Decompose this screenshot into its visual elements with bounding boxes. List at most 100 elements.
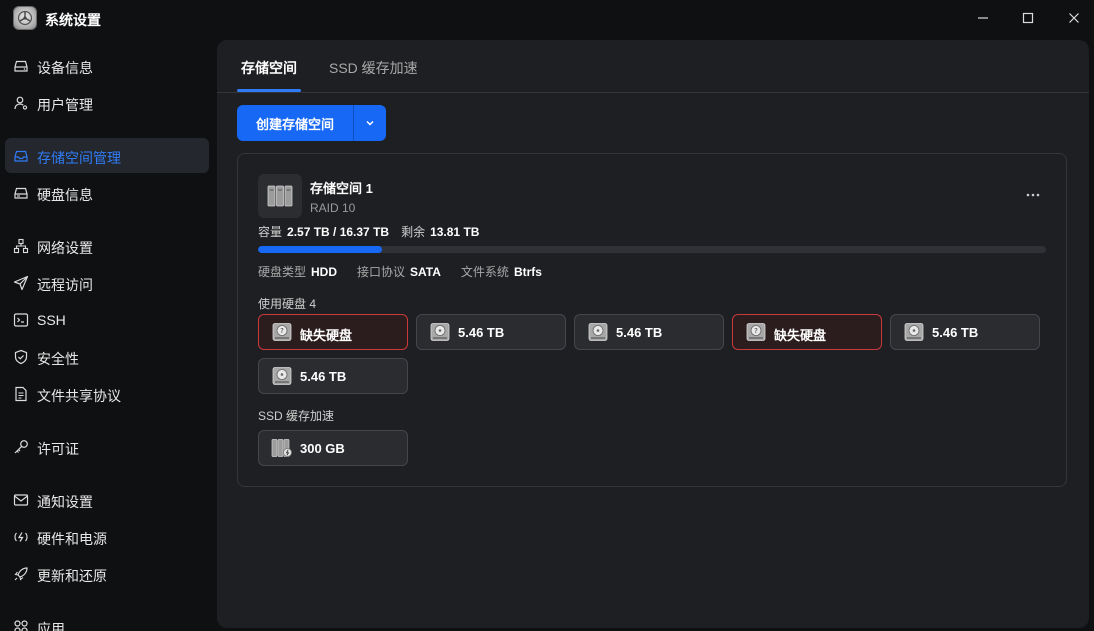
sidebar-item-label: 存储空间管理 (37, 150, 121, 166)
device-icon (14, 60, 28, 72)
sidebar-item-file-sharing[interactable]: 文件共享协议 (5, 376, 209, 411)
sidebar-item-device-info[interactable]: 设备信息 (5, 48, 209, 83)
disk-label: 5.46 TB (458, 325, 505, 340)
close-icon (1069, 13, 1079, 23)
sidebar-item-label: 硬盘信息 (37, 187, 93, 203)
sidebar: 设备信息 用户管理 存储空间管理 硬盘信息 网络设置 远程访问 SSH 安全性 (0, 40, 217, 631)
sidebar-item-notifications[interactable]: 通知设置 (5, 482, 209, 517)
sidebar-item-label: 通知设置 (37, 494, 93, 510)
used-disks-label: 使用硬盘 4 (258, 297, 317, 311)
filesystem-value: Btrfs (513, 265, 542, 279)
sidebar-item-label: 用户管理 (37, 97, 93, 113)
disk-slot[interactable]: 5.46 TB (890, 314, 1040, 350)
disk-label: 5.46 TB (932, 325, 979, 340)
send-icon (13, 275, 29, 291)
missing-disk-slot[interactable]: ? 缺失硬盘 (258, 314, 408, 350)
create-storage-pool-button-group: 创建存储空间 (237, 105, 386, 141)
disk-icon (14, 187, 28, 199)
capacity-label: 容量 (258, 225, 283, 239)
interface-label: 接口协议 (357, 265, 406, 279)
sidebar-item-disk-info[interactable]: 硬盘信息 (5, 175, 209, 210)
sidebar-item-update-restore[interactable]: 更新和还原 (5, 556, 209, 591)
storage-pool-card: 存储空间 1 RAID 10 容量 2.57 TB / 16.37 TB 剩余 13.… (237, 153, 1067, 487)
disk-type-value: HDD (311, 265, 338, 279)
sidebar-item-label: 设备信息 (37, 60, 93, 76)
disk-label: 300 GB (300, 441, 345, 456)
pool-meta-row: 硬盘类型 HDD 接口协议 SATA 文件系统 Btrfs (258, 263, 542, 280)
sidebar-item-user-management[interactable]: 用户管理 (5, 85, 209, 120)
storage-pool-name: 存储空间 1 (310, 181, 373, 196)
active-tab-indicator (237, 89, 301, 92)
power-icon (14, 532, 28, 542)
sidebar-item-license[interactable]: 许可证 (5, 429, 209, 464)
disk-slot[interactable]: 5.46 TB (574, 314, 724, 350)
sidebar-item-label: 许可证 (37, 441, 79, 457)
close-button[interactable] (1059, 6, 1089, 30)
key-icon (14, 440, 28, 454)
main-panel: 存储空间 SSD 缓存加速 创建存储空间 存储空间 1 RAID 10 容量 2… (217, 40, 1089, 628)
remaining-value: 13.81 TB (430, 225, 480, 239)
missing-disk-slot[interactable]: ? 缺失硬盘 (732, 314, 882, 350)
disk-slot[interactable]: 5.46 TB (258, 358, 408, 394)
create-storage-pool-button[interactable]: 创建存储空间 (237, 105, 353, 141)
chevron-down-icon (366, 120, 374, 126)
filesystem-label: 文件系统 (460, 265, 509, 279)
sidebar-item-label: 安全性 (37, 351, 79, 367)
sidebar-item-ssh[interactable]: SSH (5, 302, 209, 337)
shield-icon (14, 349, 28, 365)
interface-value: SATA (410, 265, 441, 279)
hard-disk-icon (588, 323, 608, 341)
sidebar-item-label: 远程访问 (37, 277, 93, 293)
title-bar: 系统设置 (0, 0, 1094, 36)
sidebar-item-hardware-power[interactable]: 硬件和电源 (5, 519, 209, 554)
svg-text:?: ? (754, 327, 758, 335)
maximize-icon (1022, 12, 1034, 24)
missing-disk-icon: ? (272, 323, 292, 341)
sidebar-item-label: 应用 (37, 621, 65, 631)
capacity-progress-bar (258, 246, 1046, 253)
minimize-button[interactable] (968, 6, 998, 30)
create-dropdown-button[interactable] (354, 105, 386, 141)
remaining-label: 剩余 (401, 225, 426, 239)
capacity-progress-fill (258, 246, 382, 253)
ssd-disk-icon (271, 439, 292, 457)
storage-pool-icon (258, 174, 302, 218)
user-icon (14, 96, 28, 110)
tab-ssd-cache[interactable]: SSD 缓存加速 (329, 58, 418, 78)
disk-label: 5.46 TB (300, 369, 347, 384)
missing-disk-icon: ? (746, 323, 766, 341)
disk-slot[interactable]: 5.46 TB (416, 314, 566, 350)
tab-bar: 存储空间 SSD 缓存加速 (217, 40, 1089, 93)
mail-icon (13, 494, 29, 506)
more-horizontal-icon (1026, 193, 1040, 197)
capacity-value: 2.57 TB / 16.37 TB (287, 225, 390, 239)
hard-disk-icon (272, 367, 292, 385)
storage-icon (14, 150, 28, 162)
window-title: 系统设置 (45, 12, 101, 28)
ssd-cache-disk[interactable]: 300 GB (258, 430, 408, 466)
settings-window: 系统设置 设备信息 用户管理 存储空间管理 硬盘信息 网络设置 远程访问 SSH… (0, 0, 1094, 631)
file-icon (15, 386, 27, 402)
sidebar-item-label: 更新和还原 (37, 568, 107, 584)
sidebar-item-label: 文件共享协议 (37, 388, 121, 404)
sidebar-item-security[interactable]: 安全性 (5, 339, 209, 374)
sidebar-item-remote-access[interactable]: 远程访问 (5, 265, 209, 300)
sidebar-item-storage-management[interactable]: 存储空间管理 (5, 138, 209, 173)
hard-disk-icon (430, 323, 450, 341)
disk-label: 缺失硬盘 (774, 328, 827, 343)
more-options-button[interactable] (1022, 186, 1044, 204)
raid-level: RAID 10 (310, 201, 356, 215)
sidebar-item-label: SSH (37, 312, 66, 328)
disk-type-label: 硬盘类型 (258, 265, 307, 279)
sidebar-item-network[interactable]: 网络设置 (5, 228, 209, 263)
tab-storage-pool[interactable]: 存储空间 (241, 58, 297, 78)
svg-text:?: ? (280, 327, 284, 335)
ssd-cache-label: SSD 缓存加速 (258, 409, 335, 423)
terminal-icon (13, 313, 29, 327)
maximize-button[interactable] (1013, 6, 1043, 30)
minimize-icon (978, 17, 988, 19)
disk-label: 缺失硬盘 (300, 328, 353, 343)
capacity-row: 容量 2.57 TB / 16.37 TB 剩余 13.81 TB (258, 223, 479, 240)
apps-icon (14, 620, 28, 631)
sidebar-item-apps[interactable]: 应用 (5, 609, 209, 631)
